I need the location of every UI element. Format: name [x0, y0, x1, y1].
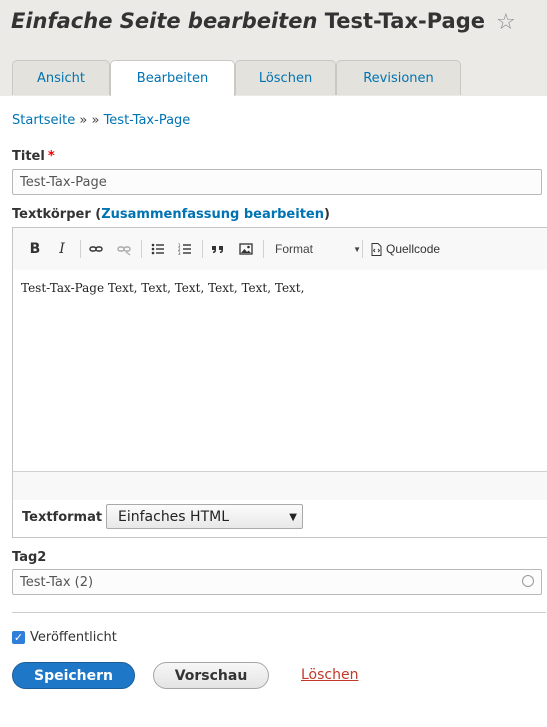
image-icon[interactable]: [235, 238, 257, 260]
tab-label: Löschen: [258, 70, 313, 86]
format-dropdown[interactable]: Format ▼: [269, 237, 363, 261]
link-icon[interactable]: [85, 238, 107, 260]
chevron-down-icon: ▼: [289, 512, 297, 523]
published-checkbox[interactable]: ✓: [12, 631, 25, 644]
rich-text-editor: B I 123 Format ▼ Quellcode Test-Tax-Page…: [12, 227, 547, 500]
tab-bearbeiten[interactable]: Bearbeiten: [110, 60, 235, 96]
unlink-icon[interactable]: [113, 238, 135, 260]
breadcrumb-home-link[interactable]: Startseite: [12, 113, 75, 128]
preview-button[interactable]: Vorschau: [153, 662, 269, 689]
toolbar-separator: [263, 240, 264, 258]
bold-button[interactable]: B: [24, 238, 46, 260]
breadcrumb-separator: » »: [79, 113, 100, 128]
tab-label: Bearbeiten: [136, 71, 209, 86]
published-label[interactable]: Veröffentlicht: [30, 630, 117, 645]
source-button-label: Quellcode: [386, 242, 441, 256]
text-format-label: Textformat: [22, 510, 103, 525]
autocomplete-icon: [522, 575, 534, 587]
editor-content[interactable]: Test-Tax-Page Text, Text, Text, Text, Te…: [13, 270, 547, 471]
toolbar-separator: [80, 240, 81, 258]
divider: [12, 612, 546, 613]
toolbar-separator: [362, 240, 363, 258]
blockquote-icon[interactable]: [207, 238, 229, 260]
title-label: Titel *: [12, 149, 55, 164]
chevron-down-icon: ▼: [353, 245, 361, 254]
paren-close: ): [324, 207, 330, 222]
text-format-selected: Einfaches HTML: [118, 508, 230, 525]
italic-button[interactable]: I: [51, 238, 73, 260]
delete-link[interactable]: Löschen: [301, 667, 358, 683]
editor-toolbar: B I 123 Format ▼ Quellcode: [13, 228, 547, 271]
svg-text:3: 3: [178, 251, 181, 256]
breadcrumb-current-link[interactable]: Test-Tax-Page: [104, 113, 191, 128]
body-label-text: Textkörper: [12, 207, 91, 222]
page-title-name: Test-Tax-Page: [324, 9, 486, 33]
page-title-prefix: Einfache Seite bearbeiten: [11, 9, 318, 33]
summary-edit-link[interactable]: Zusammenfassung bearbeiten: [101, 207, 324, 222]
breadcrumb: Startseite » » Test-Tax-Page: [12, 113, 190, 128]
toolbar-separator: [202, 240, 203, 258]
page-header: Einfache Seite bearbeiten Test-Tax-Page …: [0, 0, 547, 96]
body-label: Textkörper (Zusammenfassung bearbeiten): [12, 207, 330, 222]
tab-label: Ansicht: [36, 70, 85, 86]
tab-label: Revisionen: [363, 70, 434, 86]
tag-label: Tag2: [12, 550, 47, 565]
source-button[interactable]: Quellcode: [371, 238, 440, 260]
source-code-icon: [371, 242, 382, 256]
tab-ansicht[interactable]: Ansicht: [12, 60, 110, 95]
tag-field-wrapper: [12, 569, 542, 595]
tab-loeschen[interactable]: Löschen: [235, 60, 336, 95]
editor-statusbar: [13, 471, 547, 500]
tab-revisionen[interactable]: Revisionen: [336, 60, 461, 95]
format-dropdown-label: Format: [275, 242, 314, 256]
required-marker: *: [47, 149, 55, 164]
numbered-list-icon[interactable]: 123: [174, 238, 196, 260]
star-icon[interactable]: ☆: [496, 10, 516, 35]
toolbar-separator: [141, 240, 142, 258]
text-format-select[interactable]: Einfaches HTML ▼: [106, 504, 303, 529]
title-input[interactable]: [12, 169, 542, 195]
text-format-row: Textformat Einfaches HTML ▼: [12, 499, 547, 538]
title-label-text: Titel: [12, 149, 45, 164]
tag-input[interactable]: [12, 569, 542, 595]
bulleted-list-icon[interactable]: [147, 238, 169, 260]
save-button[interactable]: Speichern: [12, 662, 135, 689]
page-title: Einfache Seite bearbeiten Test-Tax-Page: [11, 9, 485, 33]
